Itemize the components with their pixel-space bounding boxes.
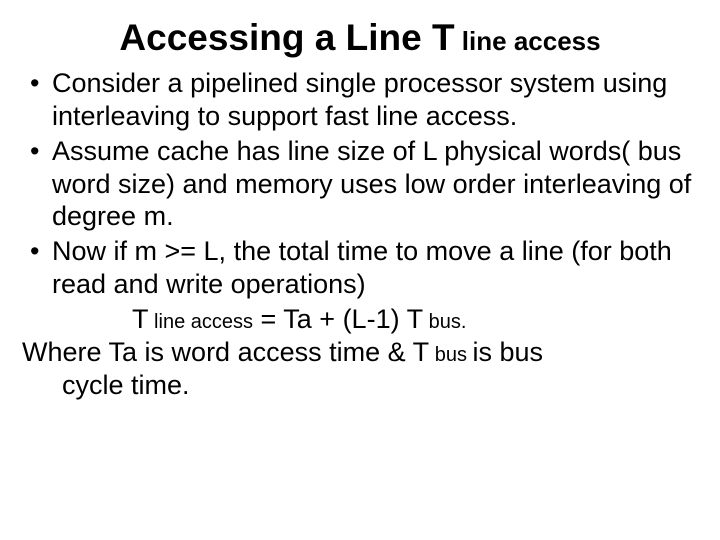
bullet-3: Now if m >= L, the total time to move a … [22,235,698,301]
bullet-2-text: Assume cache has line size of L physical… [52,136,691,232]
formula-rhs-sub: bus. [423,311,466,333]
formula-lhs-T: T [132,304,149,334]
closing-text: Where Ta is word access time & T bus is … [22,336,698,402]
closing-part-a: Where Ta is word access time & T [22,337,429,367]
title-subscript: line access [455,26,601,56]
bullet-1: Consider a pipelined single processor sy… [22,67,698,133]
closing-part-b: is bus [473,337,544,367]
closing-line2: cycle time. [22,369,698,402]
title-main: Accessing a Line T [119,17,454,58]
closing-sub: bus [429,344,472,366]
slide-body: Consider a pipelined single processor sy… [22,67,698,402]
bullet-1-text: Consider a pipelined single processor sy… [52,68,667,131]
slide-title: Accessing a Line T line access [22,18,698,59]
bullet-2: Assume cache has line size of L physical… [22,135,698,234]
formula-line: T line access = Ta + (L-1) T bus. [22,303,698,336]
formula-lhs-sub: line access [149,311,254,333]
bullet-3-text: Now if m >= L, the total time to move a … [52,236,672,299]
formula-eq: = Ta + (L-1) T [253,304,423,334]
slide: Accessing a Line T line access Consider … [0,0,720,540]
